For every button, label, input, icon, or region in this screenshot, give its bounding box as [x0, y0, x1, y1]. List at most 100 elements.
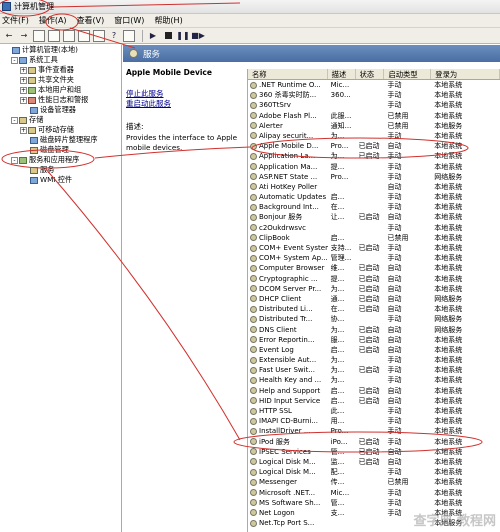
service-row[interactable]: 360 杀毒实时防... 360... 手动 本地系统: [248, 90, 500, 100]
expand-icon[interactable]: +: [20, 86, 27, 94]
tree-item[interactable]: 磁盘管理: [0, 145, 121, 155]
service-row[interactable]: ASP.NET State ... Pro... 手动 网络服务: [248, 172, 500, 182]
service-startup-cell: 自动: [387, 284, 402, 293]
up-folder-icon[interactable]: [33, 29, 45, 42]
tree-item[interactable]: 设备管理器: [0, 105, 121, 115]
service-status-cell: 已启动: [358, 437, 380, 446]
collapse-icon[interactable]: -: [11, 116, 18, 124]
tree-item[interactable]: - 存储: [0, 115, 121, 125]
service-row[interactable]: IMAPI CD-Burni... 用... 手动 本地系统: [248, 416, 500, 426]
service-row[interactable]: MS Software Sh... 管... 手动 本地系统: [248, 498, 500, 508]
service-row[interactable]: Logical Disk M... 监... 已启动 自动 本地系统: [248, 457, 500, 467]
service-row[interactable]: Help and Support 启... 已启动 自动 本地系统: [248, 386, 500, 396]
expand-icon[interactable]: +: [20, 96, 27, 104]
stop-service-link[interactable]: 停止此服务: [126, 89, 242, 99]
tree-item[interactable]: + 本地用户和组: [0, 85, 121, 95]
menu-action[interactable]: 操作(A): [39, 15, 67, 26]
service-row[interactable]: Alipay securit... 为... 手动 本地系统: [248, 131, 500, 141]
service-row[interactable]: Messenger 传... 已禁用 本地系统: [248, 477, 500, 487]
service-row[interactable]: Automatic Updates 启... 手动 本地系统: [248, 192, 500, 202]
service-row[interactable]: Ati HotKey Poller 自动 本地系统: [248, 182, 500, 192]
service-startup-cell: 自动: [387, 274, 402, 283]
refresh-icon[interactable]: [78, 29, 90, 42]
service-row[interactable]: 360TtSrv 手动 本地系统: [248, 100, 500, 110]
service-row[interactable]: COM+ System Ap... 管理... 手动 本地系统: [248, 253, 500, 263]
tree-item[interactable]: + 性能日志和警报: [0, 95, 121, 105]
tree-item[interactable]: + 可移动存储: [0, 125, 121, 135]
service-row[interactable]: Computer Browser 维... 已启动 自动 本地系统: [248, 263, 500, 273]
service-row[interactable]: COM+ Event System 支持... 已启动 手动 本地系统: [248, 243, 500, 253]
service-row[interactable]: Fast User Swit... 为... 已启动 手动 本地系统: [248, 365, 500, 375]
tree-item[interactable]: - 系统工具: [0, 55, 121, 65]
column-logon-as[interactable]: 登录为: [431, 69, 500, 79]
service-row[interactable]: Microsoft .NET... Mic... 手动 本地系统: [248, 488, 500, 498]
column-name[interactable]: 名称: [248, 69, 328, 79]
tree-item[interactable]: 磁盘碎片整理程序: [0, 135, 121, 145]
service-row[interactable]: DCOM Server Pr... 为... 已启动 自动 本地系统: [248, 284, 500, 294]
service-row[interactable]: InstallDriver ... Pro... 手动 本地系统: [248, 426, 500, 436]
service-row[interactable]: c2Oukdrwsvc 手动 本地系统: [248, 223, 500, 233]
service-startup-cell: 自动: [387, 325, 402, 334]
service-row[interactable]: Logical Disk M... 配... 手动 本地系统: [248, 467, 500, 477]
tree-item[interactable]: 服务: [0, 165, 121, 175]
service-row[interactable]: Background Int... 在... 手动 本地系统: [248, 202, 500, 212]
service-row[interactable]: iPod 服务 iPo... 已启动 手动 本地系统: [248, 437, 500, 447]
menu-help[interactable]: 帮助(H): [154, 15, 182, 26]
service-row[interactable]: .NET Runtime O... Mic... 手动 本地系统: [248, 80, 500, 90]
column-startup-type[interactable]: 启动类型: [384, 69, 432, 79]
view-icon[interactable]: [123, 29, 135, 42]
properties-icon[interactable]: [63, 29, 75, 42]
service-row[interactable]: Extensible Aut... 为... 手动 本地系统: [248, 355, 500, 365]
service-row[interactable]: Error Reportin... 服... 已启动 自动 本地系统: [248, 335, 500, 345]
service-row[interactable]: Event Log 启... 已启动 自动 本地系统: [248, 345, 500, 355]
service-logon-cell: 本地系统: [434, 203, 463, 212]
stop-icon[interactable]: [162, 30, 174, 42]
service-row[interactable]: Distributed Li... 在... 已启动 自动 本地系统: [248, 304, 500, 314]
service-row[interactable]: ClipBook 启... 已禁用 本地系统: [248, 233, 500, 243]
tree-item[interactable]: 计算机管理(本地): [0, 45, 121, 55]
service-row[interactable]: HID Input Service 启... 已启动 自动 本地系统: [248, 396, 500, 406]
export-list-icon[interactable]: [93, 29, 105, 42]
menu-window[interactable]: 窗口(W): [114, 15, 144, 26]
service-row[interactable]: DNS Client 为... 已启动 自动 网络服务: [248, 325, 500, 335]
menu-view[interactable]: 查看(V): [77, 15, 105, 26]
column-status[interactable]: 状态: [356, 69, 385, 79]
play-icon[interactable]: ▶: [147, 30, 159, 42]
expand-icon[interactable]: +: [20, 126, 27, 134]
collapse-icon[interactable]: -: [11, 56, 18, 64]
column-description[interactable]: 描述: [328, 69, 356, 79]
service-row[interactable]: Distributed Tr... 协... 手动 网络服务: [248, 314, 500, 324]
service-row[interactable]: Adobe Flash Pl... 此服... 已禁用 本地系统: [248, 111, 500, 121]
pause-icon[interactable]: ❚❚: [176, 30, 189, 42]
restart-service-link[interactable]: 重启动此服务: [126, 99, 242, 109]
help-icon[interactable]: ?: [108, 30, 120, 42]
service-status-cell: 已启动: [358, 284, 380, 293]
service-row[interactable]: Cryptographic ... 提... 已启动 自动 本地系统: [248, 274, 500, 284]
tree-item[interactable]: - 服务和应用程序: [0, 155, 121, 165]
service-row[interactable]: Bonjour 服务 让... 已启动 自动 本地系统: [248, 212, 500, 222]
collapse-icon[interactable]: -: [11, 156, 18, 164]
forward-arrow-icon[interactable]: →: [18, 30, 30, 42]
window-titlebar: 计算机管理: [0, 0, 500, 14]
service-name-text: Background Int...: [259, 203, 319, 212]
expand-icon[interactable]: +: [20, 66, 27, 74]
tree-item[interactable]: + 共享文件夹: [0, 75, 121, 85]
service-row[interactable]: Apple Mobile D... Pro... 已启动 自动 本地系统: [248, 141, 500, 151]
tree-item[interactable]: + 事件查看器: [0, 65, 121, 75]
show-tree-icon[interactable]: [48, 29, 60, 42]
service-row[interactable]: HTTP SSL 此... 手动 本地系统: [248, 406, 500, 416]
service-description-cell: 为...: [330, 325, 345, 334]
menu-file[interactable]: 文件(F): [2, 15, 29, 26]
service-row[interactable]: Health Key and ... 为... 手动 本地系统: [248, 375, 500, 385]
service-row[interactable]: DHCP Client 通... 已启动 自动 网络服务: [248, 294, 500, 304]
tree-item[interactable]: WMI 控件: [0, 175, 121, 185]
tree-node-icon: [28, 126, 36, 134]
service-row[interactable]: Application La... 为... 已启动 手动 本地系统: [248, 151, 500, 161]
service-row[interactable]: Alerter 通知... 已禁用 本地服务: [248, 121, 500, 131]
service-row[interactable]: Application Ma... 提... 手动 本地系统: [248, 162, 500, 172]
service-row[interactable]: IPSEC Services 管... 已启动 自动 本地系统: [248, 447, 500, 457]
service-name-text: DHCP Client: [259, 294, 302, 303]
restart-icon[interactable]: ■▶: [191, 30, 205, 42]
expand-icon[interactable]: +: [20, 76, 27, 84]
back-arrow-icon[interactable]: ←: [3, 30, 15, 42]
